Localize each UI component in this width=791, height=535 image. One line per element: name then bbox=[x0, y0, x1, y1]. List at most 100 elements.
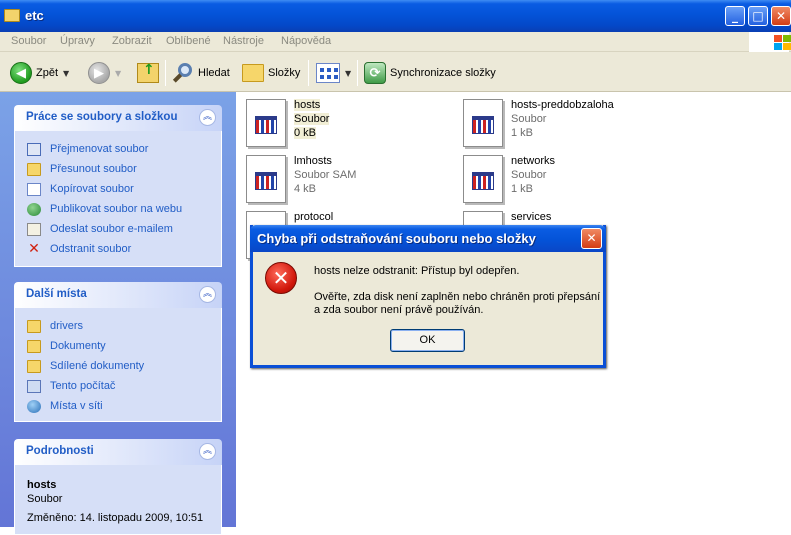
menu-view[interactable]: Zobrazit bbox=[112, 35, 152, 47]
mail-icon bbox=[27, 223, 41, 236]
file-item-networks[interactable]: networks Soubor 1 kB bbox=[463, 155, 663, 207]
panel-header[interactable]: Další místa ︽ bbox=[14, 282, 222, 308]
file-item-hosts[interactable]: hosts Soubor 0 kB bbox=[246, 99, 446, 151]
place-network[interactable]: Místa v síti bbox=[15, 398, 221, 418]
globe-icon bbox=[27, 203, 41, 216]
place-shared-documents[interactable]: Sdílené dokumenty bbox=[15, 358, 221, 378]
folders-button[interactable]: Složky bbox=[242, 60, 300, 86]
place-label[interactable]: Místa v síti bbox=[50, 400, 103, 412]
place-label[interactable]: Tento počítač bbox=[50, 380, 115, 392]
panel-body: drivers Dokumenty Sdílené dokumenty Tent… bbox=[14, 308, 222, 422]
panel-header[interactable]: Práce se soubory a složkou ︽ bbox=[14, 105, 222, 131]
menu-tools[interactable]: Nástroje bbox=[223, 35, 264, 47]
panel-header[interactable]: Podrobnosti ︽ bbox=[14, 439, 222, 465]
rename-icon bbox=[27, 143, 41, 156]
task-pane: Práce se soubory a složkou ︽ Přejmenovat… bbox=[0, 92, 236, 535]
file-item-lmhosts[interactable]: lmhosts Soubor SAM 4 kB bbox=[246, 155, 446, 207]
forward-arrow-icon: ▶ bbox=[88, 62, 110, 84]
place-drivers[interactable]: drivers bbox=[15, 318, 221, 338]
place-documents[interactable]: Dokumenty bbox=[15, 338, 221, 358]
file-size: 4 kB bbox=[294, 183, 317, 195]
minimize-button[interactable]: _ bbox=[725, 6, 745, 26]
ok-button[interactable]: OK bbox=[390, 329, 465, 352]
menu-file[interactable]: Soubor bbox=[11, 35, 46, 47]
place-label[interactable]: Dokumenty bbox=[50, 340, 106, 352]
collapse-icon[interactable]: ︽ bbox=[199, 443, 216, 460]
toolbar-separator bbox=[165, 60, 166, 86]
details-name: hosts bbox=[27, 479, 57, 491]
panel-title: Práce se soubory a složkou bbox=[26, 111, 178, 123]
search-icon bbox=[172, 62, 194, 84]
menu-edit[interactable]: Úpravy bbox=[60, 35, 95, 47]
chevron-down-icon[interactable]: ▼ bbox=[345, 69, 351, 78]
task-delete[interactable]: ✕ Odstranit soubor bbox=[15, 241, 221, 261]
file-type: Soubor bbox=[511, 169, 547, 181]
folder-icon bbox=[27, 320, 41, 333]
network-icon bbox=[27, 400, 41, 413]
error-icon: ✕ bbox=[265, 262, 297, 294]
task-label[interactable]: Přesunout soubor bbox=[50, 163, 137, 175]
chevron-down-icon[interactable]: ▼ bbox=[63, 69, 69, 78]
forward-button[interactable]: ▶ ▼ bbox=[88, 60, 121, 86]
system-file-icon bbox=[463, 99, 503, 147]
windows-logo-icon bbox=[749, 32, 791, 52]
sync-label: Synchronizace složky bbox=[390, 67, 496, 79]
task-email[interactable]: Odeslat soubor e-mailem bbox=[15, 221, 221, 241]
dialog-hint-line1: Ověřte, zda disk není zaplněn nebo chrán… bbox=[314, 291, 601, 303]
toolbar-separator bbox=[357, 60, 358, 86]
file-type: Soubor bbox=[294, 113, 330, 125]
task-label[interactable]: Odstranit soubor bbox=[50, 243, 131, 255]
file-type: Soubor SAM bbox=[294, 169, 357, 181]
file-size: 0 kB bbox=[294, 127, 317, 139]
file-name: protocol bbox=[294, 211, 334, 223]
file-name: services bbox=[511, 211, 552, 223]
maximize-button[interactable]: □ bbox=[748, 6, 768, 26]
toolbar-separator bbox=[308, 60, 309, 86]
delete-icon: ✕ bbox=[28, 241, 40, 257]
task-label[interactable]: Kopírovat soubor bbox=[50, 183, 134, 195]
task-label[interactable]: Přejmenovat soubor bbox=[50, 143, 148, 155]
task-rename[interactable]: Přejmenovat soubor bbox=[15, 141, 221, 161]
file-name: lmhosts bbox=[294, 155, 332, 167]
computer-icon bbox=[27, 380, 41, 393]
place-my-computer[interactable]: Tento počítač bbox=[15, 378, 221, 398]
task-label[interactable]: Publikovat soubor na webu bbox=[50, 203, 182, 215]
up-folder-icon: ↑ bbox=[137, 62, 159, 83]
place-label[interactable]: Sdílené dokumenty bbox=[50, 360, 144, 372]
menu-help[interactable]: Nápověda bbox=[281, 35, 331, 47]
menu-bar: Soubor Úpravy Zobrazit Oblíbené Nástroje… bbox=[0, 32, 791, 52]
collapse-icon[interactable]: ︽ bbox=[199, 109, 216, 126]
panel-body: Přejmenovat soubor Přesunout soubor Kopí… bbox=[14, 131, 222, 267]
dialog-titlebar[interactable]: Chyba při odstraňování souboru nebo slož… bbox=[250, 225, 606, 252]
back-button[interactable]: ◀ Zpět ▼ bbox=[10, 60, 69, 86]
collapse-icon[interactable]: ︽ bbox=[199, 286, 216, 303]
task-publish[interactable]: Publikovat soubor na webu bbox=[15, 201, 221, 221]
file-size: 1 kB bbox=[511, 127, 534, 139]
system-file-icon bbox=[246, 155, 286, 203]
folder-icon bbox=[4, 9, 20, 22]
menu-favorites[interactable]: Oblíbené bbox=[166, 35, 211, 47]
panel-title: Podrobnosti bbox=[26, 445, 94, 457]
error-dialog: Chyba při odstraňování souboru nebo slož… bbox=[250, 225, 606, 368]
place-label[interactable]: drivers bbox=[50, 320, 83, 332]
close-button[interactable]: ✕ bbox=[771, 6, 791, 26]
back-label: Zpět bbox=[36, 67, 59, 79]
chevron-down-icon[interactable]: ▼ bbox=[115, 69, 121, 78]
copy-icon bbox=[27, 183, 41, 196]
up-folder-button[interactable]: ↑ bbox=[137, 60, 159, 86]
window-titlebar[interactable]: etc _ □ ✕ bbox=[0, 0, 791, 32]
system-file-icon bbox=[246, 99, 286, 147]
sync-button[interactable]: ⟳ Synchronizace složky bbox=[364, 60, 496, 86]
file-name: hosts-preddobzaloha bbox=[511, 99, 614, 111]
search-button[interactable]: Hledat bbox=[172, 60, 230, 86]
task-copy[interactable]: Kopírovat soubor bbox=[15, 181, 221, 201]
task-label[interactable]: Odeslat soubor e-mailem bbox=[50, 223, 173, 235]
panel-body: hosts Soubor Změněno: 14. listopadu 2009… bbox=[14, 465, 222, 535]
file-tasks-panel: Práce se soubory a složkou ︽ Přejmenovat… bbox=[14, 105, 222, 267]
task-move[interactable]: Přesunout soubor bbox=[15, 161, 221, 181]
views-button[interactable]: ▼ bbox=[316, 60, 351, 86]
dialog-close-button[interactable]: ✕ bbox=[581, 228, 602, 249]
folder-icon bbox=[27, 360, 41, 373]
file-item-hosts-preddobzaloha[interactable]: hosts-preddobzaloha Soubor 1 kB bbox=[463, 99, 663, 151]
sync-icon: ⟳ bbox=[364, 62, 386, 84]
